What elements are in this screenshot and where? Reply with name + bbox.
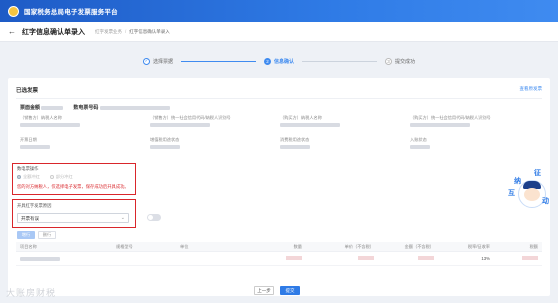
mascot-char: 纳 (514, 178, 521, 185)
tax-interaction-mascot[interactable]: 征 纳 互 动 (508, 166, 554, 212)
col-rate: 税率/征收率 (467, 243, 490, 249)
section-title: 已选发票 (16, 88, 39, 94)
option-toggle[interactable] (147, 214, 161, 221)
invoice-summary: 票面金额 数电票号码 (20, 104, 170, 111)
field-vat-status: 增值税用途状态 (150, 137, 280, 149)
step-confirm: 2 信息确认 (263, 57, 294, 65)
mascot-char: 动 (542, 198, 549, 205)
step-select: ✓ 选择票据 (142, 57, 173, 65)
field-buyer-id: （购买方）统一社会信用代码/纳税人识别号 (410, 115, 540, 127)
red-type-label: 数电票操作 (17, 166, 39, 171)
field-buyer-name: （购买方）纳税人名称 (280, 115, 410, 127)
cell-item (16, 256, 116, 261)
watermark-logo: 大账房财税 (6, 288, 57, 298)
reason-select[interactable]: 开票有误 ⌄ (17, 213, 129, 223)
step-label: 信息确认 (273, 58, 294, 65)
chevron-down-icon: ⌄ (120, 215, 125, 221)
items-table: 项目名称 规格型号 单位 数量 单价（不含税） 金额（不含税） 税率/征收率 税… (16, 242, 542, 266)
field-consumption-status: 消费税用途状态 (280, 137, 410, 149)
radio-full[interactable]: 全额冲红 (17, 174, 40, 180)
cell-amount (374, 256, 434, 261)
amount-label: 票面金额 (20, 104, 64, 111)
col-price: 单价（不含税） (344, 243, 374, 249)
page-header: ← 红字信息确认单录入 红字发票业务 / 红字信息确认单录入 (0, 22, 558, 42)
table-row[interactable]: 13% (16, 252, 542, 266)
cell-price (302, 256, 374, 261)
step-indicator: ✓ 选择票据 2 信息确认 3 提交成功 (0, 52, 558, 70)
mascot-char: 互 (508, 190, 515, 197)
cell-rate: 13% (481, 256, 490, 261)
view-invoice-link[interactable]: 查看原发票 (520, 86, 543, 92)
cell-qty (244, 256, 302, 261)
invoice-number-label: 数电票号码 (73, 104, 170, 111)
invoice-fields: （销售方）纳税人名称 （销售方）统一社会信用代码/纳税人识别号 （购买方）纳税人… (20, 115, 540, 149)
step-submit: 3 提交成功 (385, 57, 416, 65)
field-seller-name: （销售方）纳税人名称 (20, 115, 150, 127)
field-seller-id: （销售方）统一社会信用代码/纳税人识别号 (150, 115, 280, 127)
breadcrumb-current: 红字信息确认单录入 (129, 28, 170, 34)
red-type-options: 全额冲红 部分冲红 (17, 174, 73, 180)
selected-invoice-panel: 票面金额 数电票号码 （销售方）纳税人名称 （销售方）统一社会信用代码/纳税人识… (16, 98, 542, 158)
col-tax: 税额 (529, 243, 538, 249)
app-title: 国家税务总局电子发票服务平台 (24, 9, 118, 16)
step-number: 2 (263, 57, 271, 65)
mascot-face (524, 188, 540, 201)
back-arrow-icon[interactable]: ← (8, 27, 16, 36)
page-title: 红字信息确认单录入 (22, 28, 85, 36)
step-label: 选择票据 (152, 58, 173, 65)
field-issue-date: 开票日期 (20, 137, 150, 149)
table-header: 项目名称 规格型号 单位 数量 单价（不含税） 金额（不含税） 税率/征收率 税… (16, 242, 542, 252)
reason-label: 开具红字发票原因 (17, 203, 52, 208)
step-number: 3 (385, 57, 392, 65)
radio-icon (17, 174, 21, 179)
check-icon: ✓ (142, 57, 150, 65)
mascot-char: 征 (534, 170, 541, 177)
radio-partial[interactable]: 部分冲红 (49, 174, 73, 180)
main-card: 已选发票 查看原发票 票面金额 数电票号码 （销售方）纳税人名称 （销售方）统一… (8, 78, 550, 296)
breadcrumb-item[interactable]: 红字发票业务 (95, 29, 122, 35)
prev-step-button[interactable]: 上一步 (254, 286, 274, 295)
tax-emblem-icon (8, 5, 19, 17)
submit-button[interactable]: 提交 (280, 286, 300, 295)
add-row-button[interactable]: 增行 (17, 231, 35, 239)
red-type-notice: 您的对方纳税人，仅选择电子发票，保存成功后开具成功。 (17, 184, 129, 189)
radio-icon (49, 174, 54, 179)
top-bar: 国家税务总局电子发票服务平台 (0, 0, 558, 22)
col-unit: 单位 (180, 243, 189, 249)
step-connector (302, 60, 377, 62)
reason-value: 开票有误 (21, 216, 39, 221)
col-qty: 数量 (293, 243, 302, 249)
col-item: 项目名称 (20, 243, 37, 249)
col-spec: 规格型号 (116, 243, 133, 249)
col-amount: 金额（不含税） (404, 243, 434, 249)
step-connector (180, 60, 256, 62)
cell-tax (490, 256, 542, 261)
step-label: 提交成功 (395, 58, 416, 65)
delete-row-button[interactable]: 删行 (38, 231, 56, 239)
breadcrumb-separator: / (125, 29, 127, 34)
field-entry-status: 入账状态 (410, 137, 540, 149)
